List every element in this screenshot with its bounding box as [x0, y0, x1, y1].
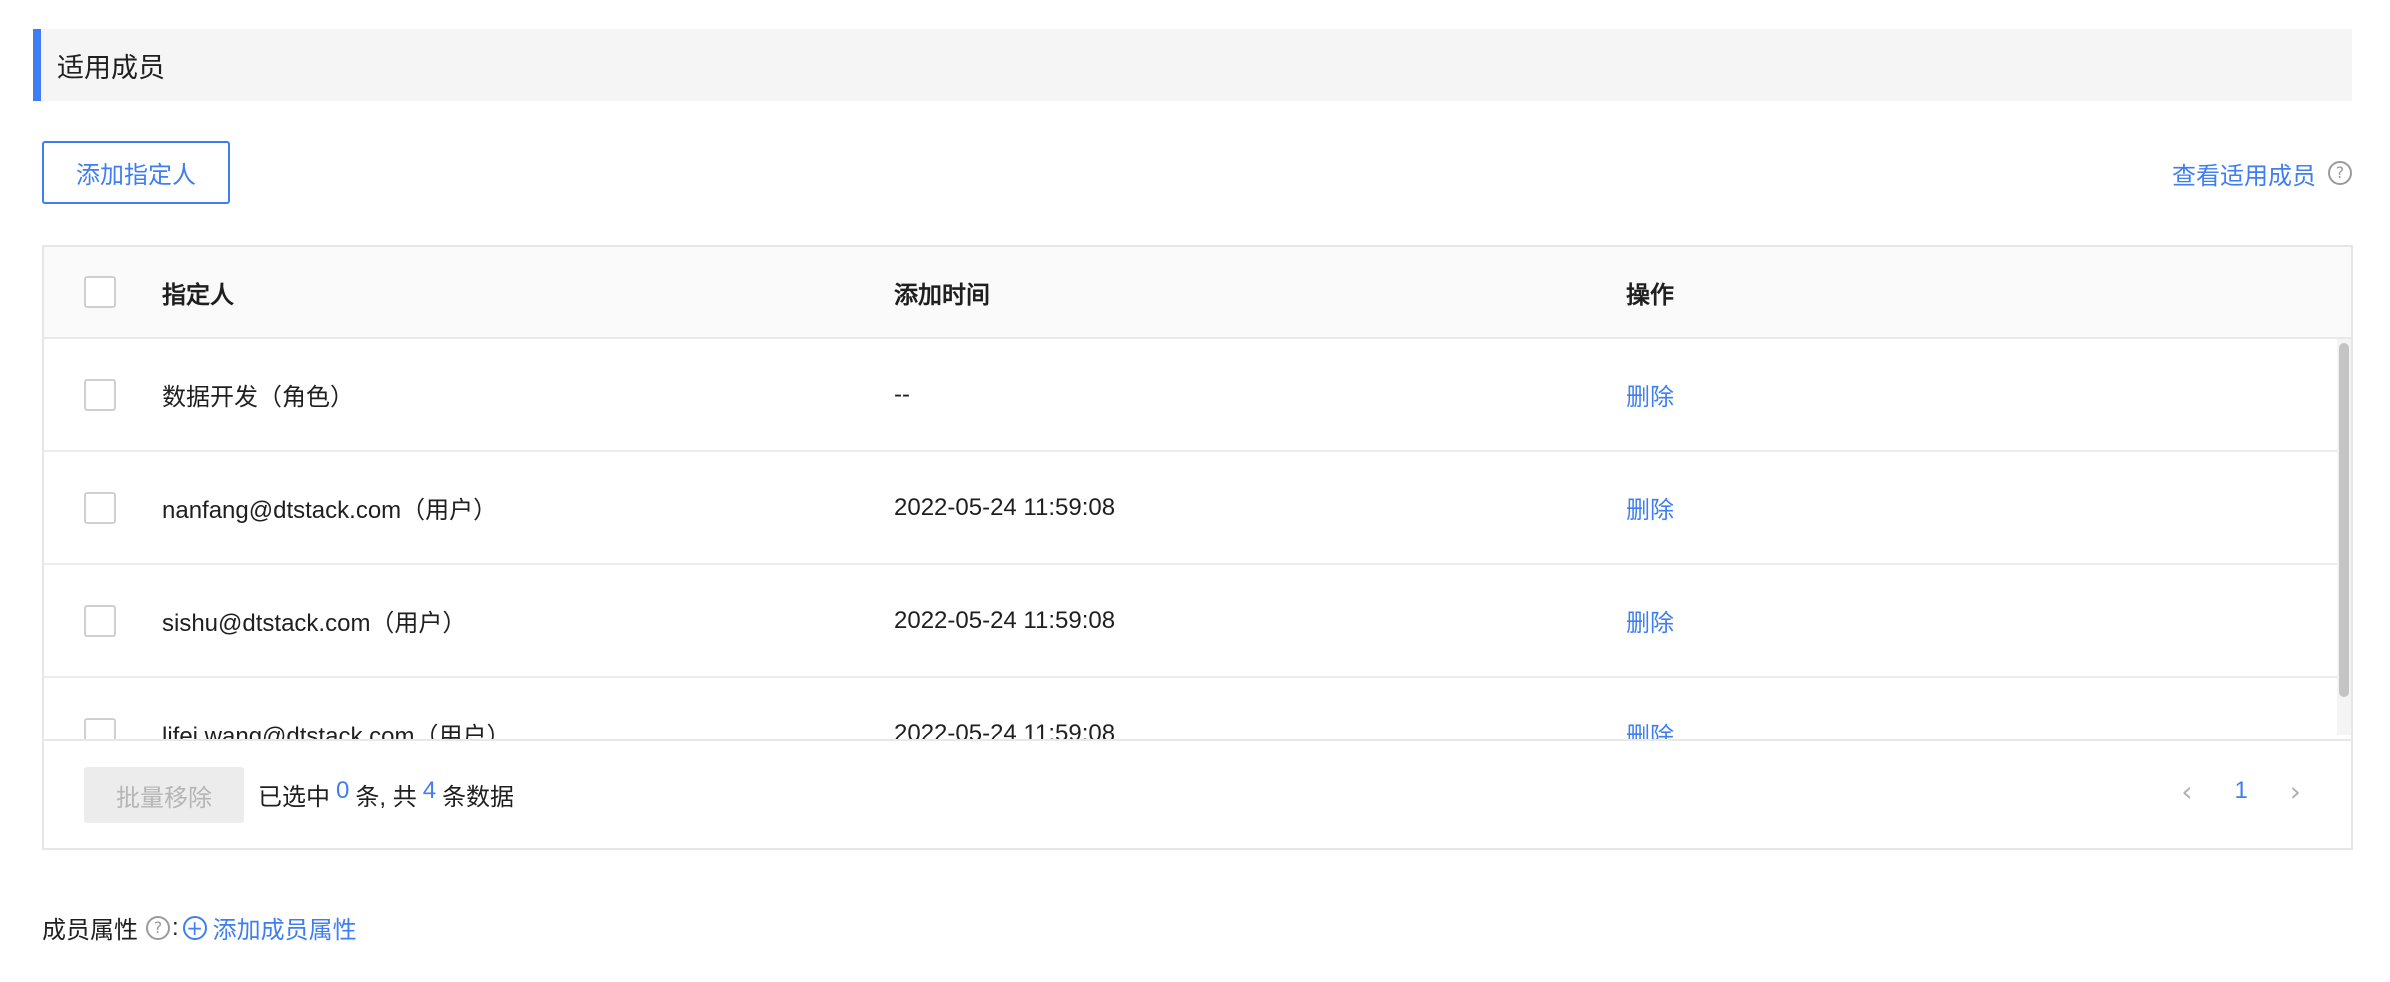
- row-added-time: 2022-05-24 11:59:08: [894, 493, 1116, 521]
- row-actions-cell: 删除: [1626, 678, 1674, 739]
- help-icon[interactable]: ?: [2328, 161, 2352, 185]
- selection-suffix: 条数据: [442, 784, 515, 811]
- row-checkbox-cell: [84, 678, 116, 739]
- table-row: 数据开发（角色） -- 删除: [44, 339, 2351, 452]
- selected-count: 0: [336, 777, 350, 804]
- row-added-time: 2022-05-24 11:59:08: [894, 719, 1116, 740]
- add-assignee-button[interactable]: 添加指定人: [42, 141, 230, 204]
- delete-link[interactable]: 删除: [1626, 716, 1674, 739]
- selection-mid: 条, 共: [355, 784, 417, 811]
- row-added-time: 2022-05-24 11:59:08: [894, 606, 1116, 634]
- table-header: 指定人 添加时间 操作: [44, 247, 2351, 339]
- row-actions-cell: 删除: [1626, 339, 1674, 450]
- row-actions-cell: 删除: [1626, 452, 1674, 563]
- row-assignee: 数据开发（角色）: [162, 384, 354, 411]
- chevron-left-icon[interactable]: ‹: [2181, 775, 2192, 808]
- section-title: 适用成员: [57, 52, 165, 83]
- row-added-time: --: [894, 380, 910, 408]
- row-checkbox-cell: [84, 565, 116, 676]
- table-row: nanfang@dtstack.com（用户） 2022-05-24 11:59…: [44, 452, 2351, 565]
- table-scrollbar-thumb[interactable]: [2339, 343, 2349, 697]
- row-actions-cell: 删除: [1626, 565, 1674, 676]
- table-row: sishu@dtstack.com（用户） 2022-05-24 11:59:0…: [44, 565, 2351, 678]
- delete-link[interactable]: 删除: [1626, 377, 1674, 412]
- table-footer: 批量移除 已选中 0 条, 共 4 条数据 ‹ 1 ›: [44, 739, 2351, 848]
- row-assignee: lifei.wang@dtstack.com（用户）: [162, 723, 511, 739]
- add-member-attribute-label: 添加成员属性: [212, 917, 357, 944]
- page-number[interactable]: 1: [2234, 777, 2247, 805]
- batch-remove-button[interactable]: 批量移除: [84, 767, 244, 823]
- section-header: 适用成员: [33, 29, 2352, 101]
- chevron-right-icon[interactable]: ›: [2290, 775, 2301, 808]
- row-assignee: nanfang@dtstack.com（用户）: [162, 497, 498, 524]
- column-header-assignee: 指定人: [162, 281, 234, 309]
- selection-prefix: 已选中: [258, 784, 330, 811]
- table-body[interactable]: 数据开发（角色） -- 删除 nanfang@dtstack.com（用户） 2…: [44, 339, 2351, 739]
- row-checkbox[interactable]: [84, 378, 116, 411]
- row-checkbox-cell: [84, 339, 116, 450]
- colon: :: [172, 913, 179, 941]
- members-table: 指定人 添加时间 操作 数据开发（角色） -- 删除 nanfang@dtsta…: [42, 245, 2353, 850]
- member-attributes: 成员属性 ? : + 添加成员属性: [42, 910, 357, 945]
- header-checkbox-cell: [84, 247, 116, 337]
- help-icon[interactable]: ?: [146, 915, 170, 940]
- pagination: ‹ 1 ›: [2181, 771, 2301, 811]
- view-members-label: 查看适用成员: [2172, 162, 2316, 190]
- row-checkbox-cell: [84, 452, 116, 563]
- total-count: 4: [422, 777, 437, 804]
- table-row: lifei.wang@dtstack.com（用户） 2022-05-24 11…: [44, 678, 2351, 739]
- view-members-link[interactable]: 查看适用成员 ?: [2172, 155, 2352, 191]
- row-assignee: sishu@dtstack.com（用户）: [162, 610, 467, 637]
- row-checkbox[interactable]: [84, 717, 116, 739]
- column-header-added-time: 添加时间: [894, 281, 990, 309]
- member-attributes-label: 成员属性: [42, 917, 138, 944]
- row-checkbox[interactable]: [84, 491, 116, 524]
- row-checkbox[interactable]: [84, 604, 116, 637]
- delete-link[interactable]: 删除: [1626, 490, 1674, 525]
- select-all-checkbox[interactable]: [84, 276, 116, 308]
- add-member-attribute-link[interactable]: + 添加成员属性: [182, 910, 357, 945]
- plus-circle-icon: +: [182, 915, 207, 940]
- delete-link[interactable]: 删除: [1626, 603, 1674, 638]
- selection-info: 已选中 0 条, 共 4 条数据: [258, 777, 514, 812]
- column-header-actions: 操作: [1626, 281, 1674, 309]
